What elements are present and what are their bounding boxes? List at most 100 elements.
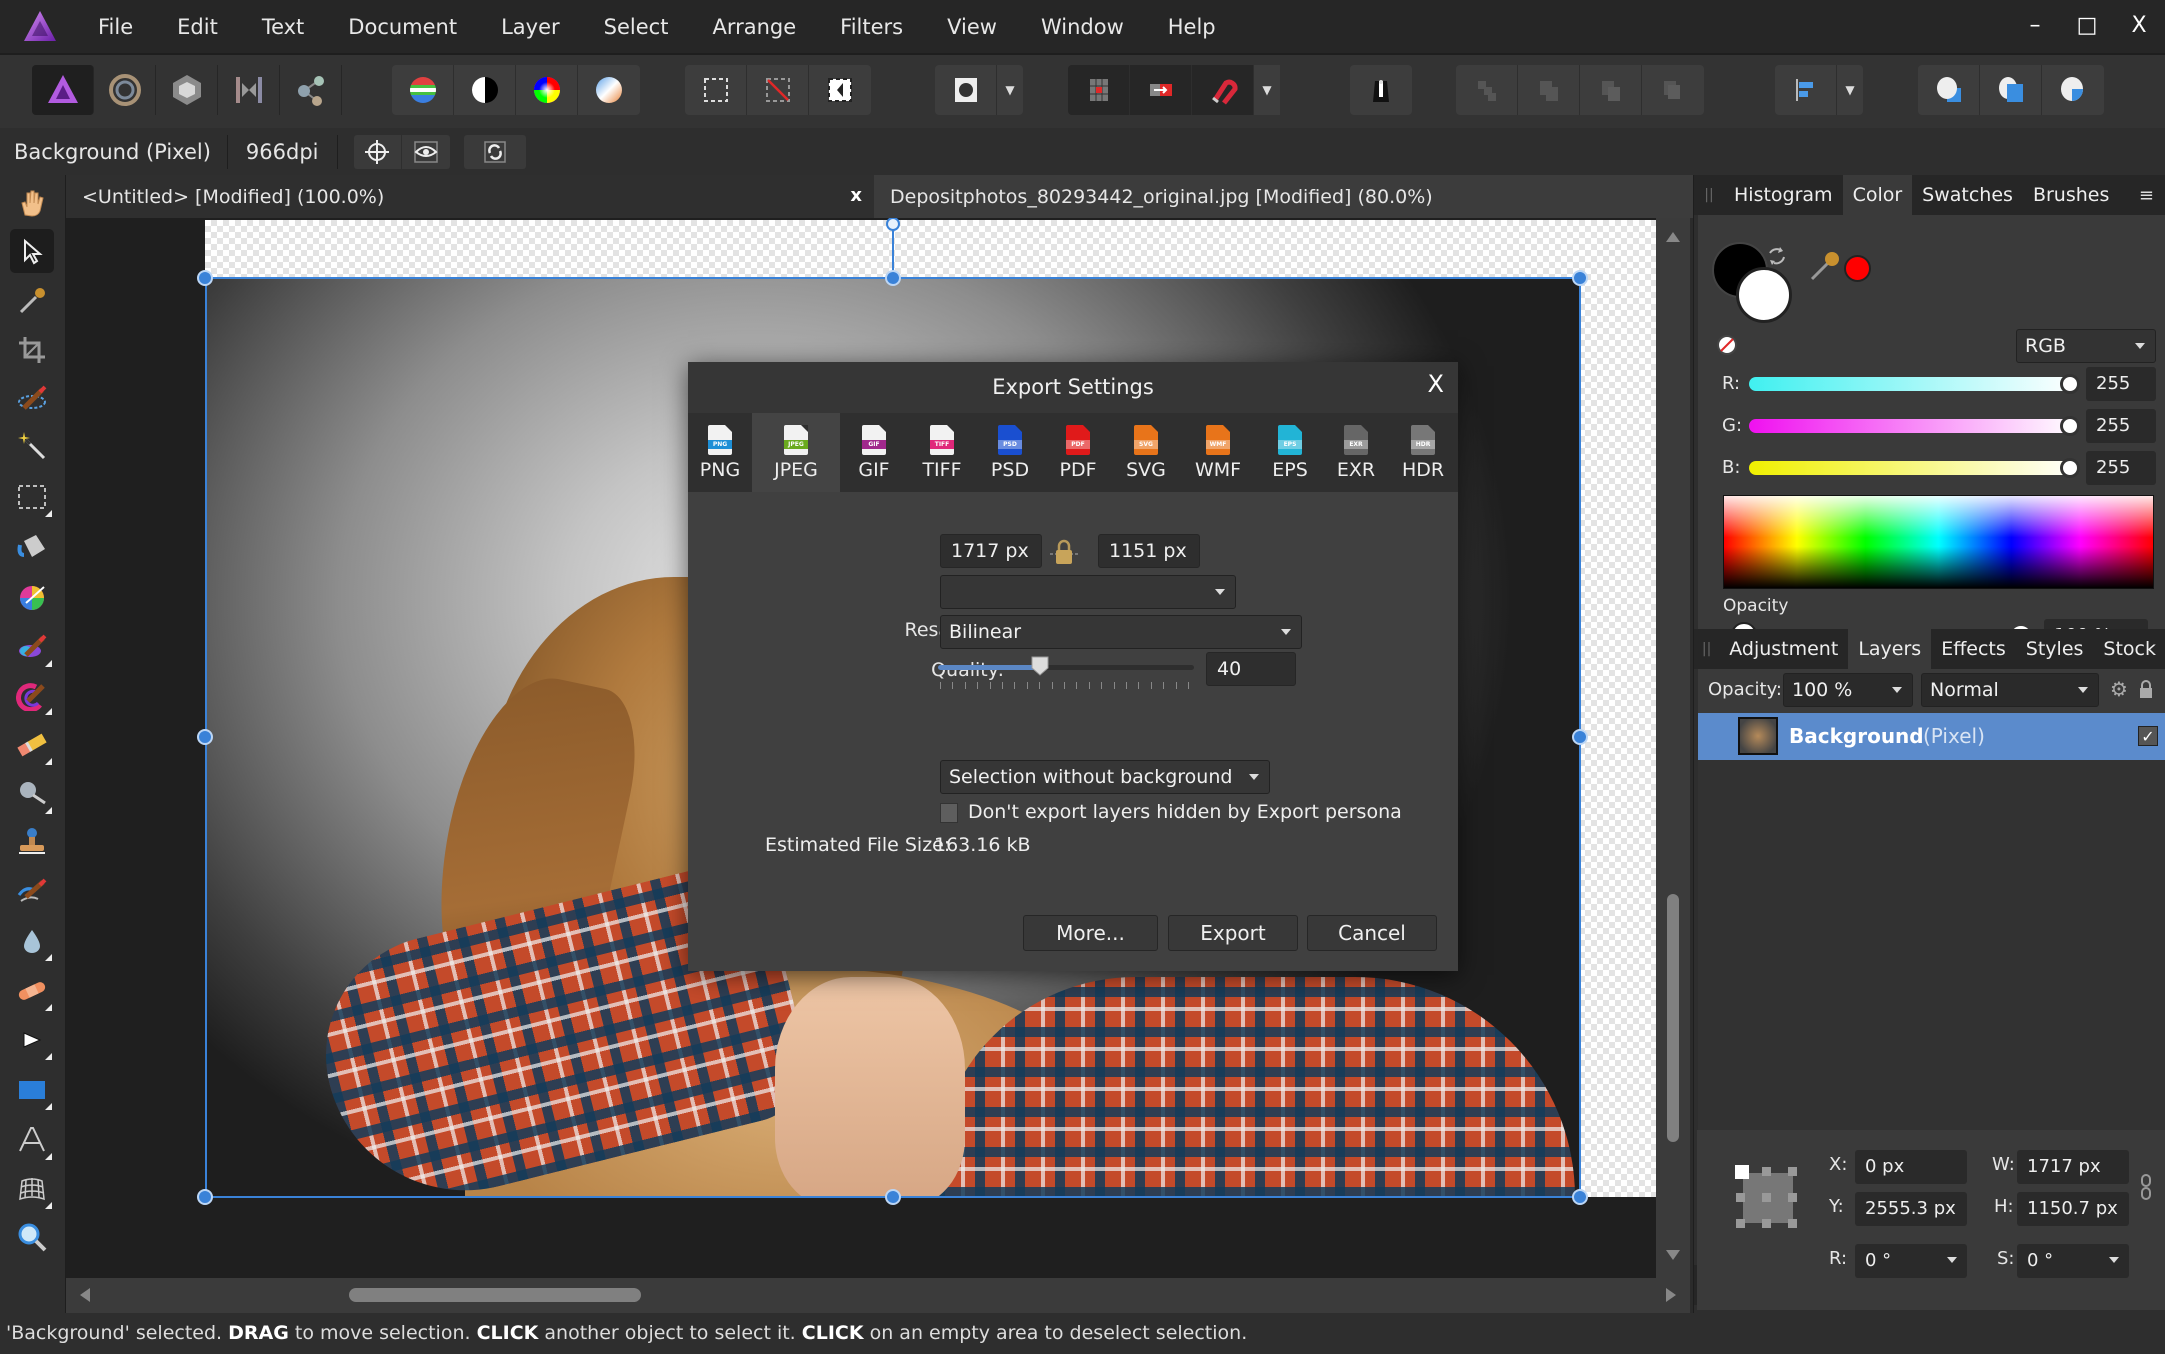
red-channel-value[interactable]: 255 (2086, 367, 2156, 401)
anchor-point-selector[interactable] (1733, 1163, 1801, 1231)
resize-handle-right[interactable] (1572, 729, 1588, 745)
paint-brush-tool[interactable] (10, 625, 54, 669)
layer-lock-icon[interactable] (2138, 679, 2154, 699)
tab-histogram[interactable]: Histogram (1724, 175, 1843, 215)
layer-row-background[interactable]: Background (Pixel) ✓ (1698, 713, 2165, 760)
transform-origin-button[interactable] (354, 134, 402, 169)
view-tool[interactable] (10, 181, 54, 225)
resize-handle-top-right[interactable] (1572, 270, 1588, 286)
panel-grip-icon[interactable]: || (1694, 187, 1724, 203)
photo-persona-button[interactable] (32, 65, 94, 115)
horizontal-scrollbar[interactable] (66, 1278, 1690, 1313)
hsl-button[interactable] (516, 65, 578, 115)
format-tiff-button[interactable]: TIFF TIFF (908, 413, 976, 492)
scroll-down-arrow-icon[interactable] (1666, 1250, 1680, 1260)
horizontal-scroll-thumb[interactable] (349, 1288, 641, 1302)
menu-layer[interactable]: Layer (501, 15, 560, 39)
inpainting-brush-tool[interactable] (10, 969, 54, 1013)
scroll-right-arrow-icon[interactable] (1666, 1288, 1676, 1302)
tone-mapping-persona-button[interactable] (218, 65, 280, 115)
red-channel-slider[interactable] (1749, 377, 2076, 391)
transform-h-field[interactable]: 1150.7 px (2017, 1192, 2129, 1226)
document-tab-untitled[interactable]: <Untitled> [Modified] (100.0%) x (66, 175, 874, 218)
transform-rotation-dropdown[interactable]: 0 ° (1855, 1244, 1967, 1278)
blend-mode-dropdown[interactable]: Normal (1921, 673, 2099, 707)
panel-grip-icon[interactable]: || (1694, 641, 1719, 657)
format-hdr-button[interactable]: HDR HDR (1388, 413, 1458, 492)
panel-menu-icon[interactable]: ≡ (2139, 185, 2154, 206)
liquify-persona-button[interactable] (94, 65, 156, 115)
menu-text[interactable]: Text (262, 15, 304, 39)
vertical-scroll-thumb[interactable] (1667, 894, 1679, 1142)
move-forward-one-button[interactable] (1580, 65, 1642, 115)
move-to-back-button[interactable] (1456, 65, 1518, 115)
gradient-tool[interactable] (10, 575, 54, 619)
resample-dropdown[interactable]: Bilinear (940, 615, 1302, 649)
layer-visibility-checkbox[interactable]: ✓ (2138, 726, 2158, 746)
export-button[interactable]: Export (1168, 915, 1298, 951)
menu-filters[interactable]: Filters (840, 15, 903, 39)
picked-color-swatch[interactable] (1844, 255, 1871, 282)
blue-channel-slider[interactable] (1749, 461, 2076, 475)
add-boolean-button[interactable] (1918, 65, 1980, 115)
hidden-layers-checkbox[interactable] (940, 803, 958, 823)
format-exr-button[interactable]: EXR EXR (1324, 413, 1388, 492)
node-tool[interactable] (10, 1018, 54, 1062)
tab-stock[interactable]: Stock (2093, 629, 2165, 669)
zoom-tool[interactable] (10, 1215, 54, 1259)
area-dropdown[interactable]: Selection without background (940, 760, 1270, 794)
menu-window[interactable]: Window (1041, 15, 1124, 39)
flood-fill-tool[interactable] (10, 525, 54, 569)
transform-x-field[interactable]: 0 px (1855, 1150, 1967, 1184)
resize-handle-left[interactable] (197, 729, 213, 745)
rectangle-tool[interactable] (10, 1068, 54, 1112)
tab-adjustment[interactable]: Adjustment (1719, 629, 1848, 669)
tab-styles[interactable]: Styles (2016, 629, 2094, 669)
format-jpeg-button[interactable]: JPEG JPEG (752, 413, 840, 492)
subtract-boolean-button[interactable] (1980, 65, 2042, 115)
color-picker-eyedropper-icon[interactable] (1808, 249, 1842, 283)
menu-help[interactable]: Help (1168, 15, 1216, 39)
resize-handle-top[interactable] (885, 270, 901, 286)
levels-button[interactable] (392, 65, 454, 115)
minimize-button[interactable]: – (2009, 13, 2061, 38)
snapping-button[interactable] (1192, 65, 1254, 115)
stroke-color-swatch[interactable] (1736, 267, 1792, 323)
color-picker-tool[interactable] (10, 279, 54, 323)
text-tool[interactable] (10, 1118, 54, 1162)
tab-swatches[interactable]: Swatches (1912, 175, 2023, 215)
red-channel-knob[interactable] (2060, 374, 2080, 394)
selection-brush-tool[interactable] (10, 376, 54, 420)
link-aspect-chain-icon[interactable] (2141, 1174, 2151, 1200)
resize-handle-top-left[interactable] (197, 270, 213, 286)
menu-view[interactable]: View (947, 15, 997, 39)
force-pixel-alignment-button[interactable] (1130, 65, 1192, 115)
black-white-button[interactable] (454, 65, 516, 115)
quality-value-field[interactable]: 40 (1206, 652, 1296, 686)
white-balance-button[interactable] (578, 65, 640, 115)
clone-tool[interactable] (10, 820, 54, 864)
green-channel-value[interactable]: 255 (2086, 409, 2156, 443)
blur-brush-tool[interactable] (10, 919, 54, 963)
close-window-button[interactable]: X (2113, 13, 2165, 38)
maximize-button[interactable]: □ (2061, 13, 2113, 38)
intersect-boolean-button[interactable] (2042, 65, 2104, 115)
quick-mask-dropdown[interactable]: ▼ (997, 65, 1023, 115)
move-to-front-button[interactable] (1642, 65, 1704, 115)
vertical-scrollbar[interactable] (1656, 218, 1690, 1278)
tab-effects[interactable]: Effects (1931, 629, 2016, 669)
tab-color[interactable]: Color (1842, 175, 1913, 215)
blue-channel-knob[interactable] (2060, 458, 2080, 478)
move-back-one-button[interactable] (1518, 65, 1580, 115)
swap-colors-icon[interactable] (1766, 245, 1788, 267)
dialog-close-button[interactable]: X (1428, 370, 1444, 398)
develop-persona-button[interactable] (156, 65, 218, 115)
transform-y-field[interactable]: 2555.3 px (1855, 1192, 1967, 1226)
snapping-dropdown[interactable]: ▼ (1254, 65, 1280, 115)
cancel-button[interactable]: Cancel (1307, 915, 1437, 951)
close-tab-icon[interactable]: x (850, 185, 862, 206)
export-height-field[interactable]: 1151 px (1098, 534, 1200, 568)
assistant-button[interactable] (1350, 65, 1412, 115)
more-button[interactable]: More... (1023, 915, 1158, 951)
tab-layers[interactable]: Layers (1848, 629, 1932, 669)
